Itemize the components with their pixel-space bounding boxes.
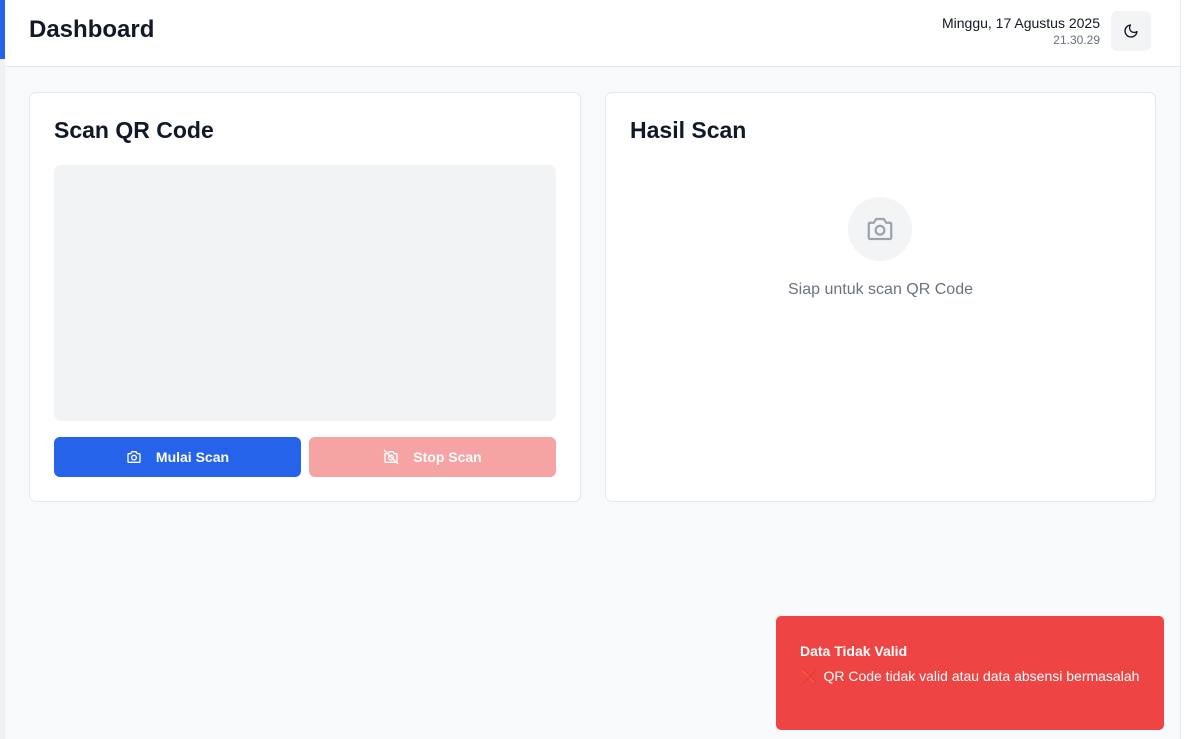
right-edge xyxy=(1180,0,1185,739)
camera-icon xyxy=(867,217,893,241)
camera-off-icon xyxy=(383,449,399,465)
left-edge xyxy=(0,59,5,739)
result-placeholder-text: Siap untuk scan QR Code xyxy=(788,281,973,298)
datetime: Minggu, 17 Agustus 2025 21.30.29 xyxy=(942,14,1100,48)
start-scan-button[interactable]: Mulai Scan xyxy=(54,437,301,477)
toast-message: QR Code tidak valid atau data absensi be… xyxy=(823,668,1140,684)
moon-icon xyxy=(1124,24,1138,38)
toast-title: Data Tidak Valid xyxy=(800,643,908,659)
theme-toggle-button[interactable] xyxy=(1111,11,1151,51)
camera-icon xyxy=(127,451,141,463)
error-toast[interactable]: Data Tidak Valid ❌ QR Code tidak valid at… xyxy=(776,616,1164,730)
header: Dashboard Minggu, 17 Agustus 2025 21.30.… xyxy=(5,0,1180,67)
cross-mark-icon: ❌ xyxy=(800,668,818,684)
qr-scanner-viewport xyxy=(54,165,556,421)
current-date: Minggu, 17 Agustus 2025 xyxy=(941,15,1100,31)
result-card: Hasil Scan Siap untuk scan QR Code xyxy=(605,92,1156,502)
start-scan-label: Mulai Scan xyxy=(155,449,230,465)
result-card-title: Hasil Scan xyxy=(630,117,747,143)
scan-card: Scan QR Code Mulai Scan Stop Scan xyxy=(29,92,581,502)
stop-scan-label: Stop Scan xyxy=(413,449,482,465)
scan-card-title: Scan QR Code xyxy=(54,117,214,143)
current-time: 21.30.29 xyxy=(1053,33,1100,47)
page-title: Dashboard xyxy=(29,16,155,43)
toast-message-row: ❌ QR Code tidak valid atau data absensi b… xyxy=(800,666,1140,686)
result-icon-container xyxy=(848,197,912,261)
stop-scan-button[interactable]: Stop Scan xyxy=(309,437,556,477)
